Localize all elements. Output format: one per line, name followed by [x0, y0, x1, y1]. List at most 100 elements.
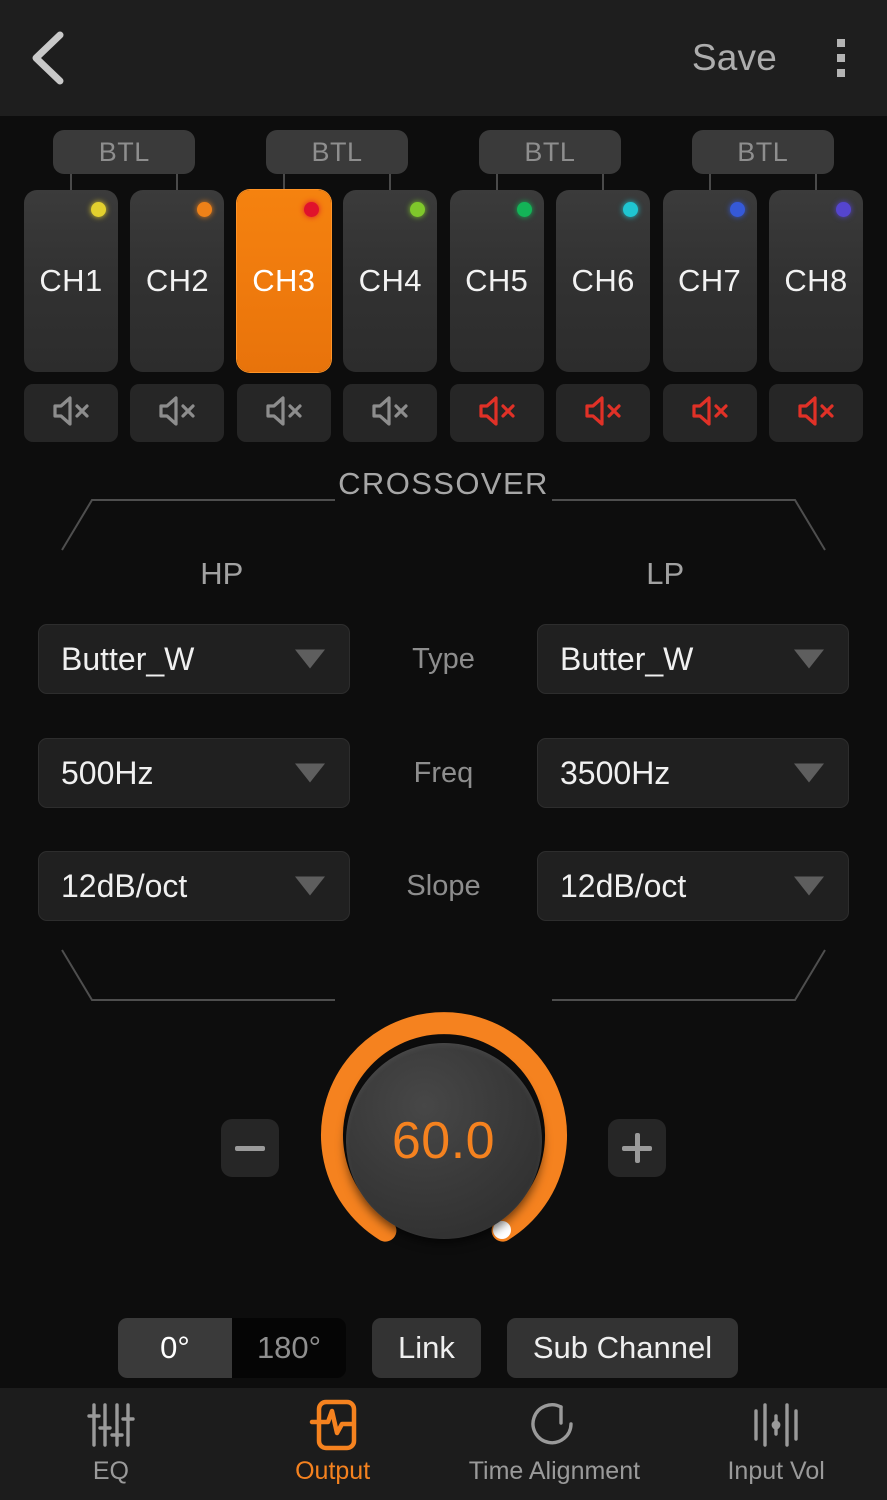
crossover-row-type: Butter_W Type Butter_W	[0, 624, 887, 694]
gain-knob-area: 60.0	[0, 1011, 887, 1301]
phase-option-0[interactable]: 0°	[118, 1318, 232, 1378]
speaker-mute-icon	[51, 394, 91, 433]
channel-led-icon	[516, 202, 532, 217]
chevron-down-icon	[295, 763, 325, 783]
hp-slope-value: 12dB/oct	[61, 867, 188, 904]
gauge-icon	[530, 1402, 578, 1448]
gain-value: 60.0	[391, 1112, 496, 1170]
output-controls-row: 0° 180° Link Sub Channel	[0, 1318, 887, 1378]
app-header: Save	[0, 0, 887, 116]
channel-label: CH4	[358, 263, 422, 298]
mute-button-ch5[interactable]	[449, 384, 544, 442]
channel-card-ch8[interactable]: CH8	[769, 190, 863, 372]
crossover-row-slope: 12dB/oct Slope 12dB/oct	[0, 851, 887, 921]
hp-type-value: Butter_W	[61, 640, 195, 677]
lp-freq-value: 3500Hz	[560, 754, 671, 791]
speaker-mute-icon	[370, 394, 410, 433]
bottom-tab-bar: EQ Output Time Alignment Input Vol	[0, 1388, 887, 1500]
levels-icon	[750, 1402, 802, 1448]
back-button[interactable]	[0, 0, 96, 116]
channel-label: CH7	[677, 263, 742, 298]
channel-led-icon	[836, 202, 851, 217]
gain-increment-button[interactable]	[608, 1119, 666, 1177]
channel-led-icon	[410, 202, 426, 217]
chevron-down-icon	[295, 649, 325, 669]
chevron-down-icon	[794, 876, 824, 896]
btl-pill-2[interactable]: BTL	[266, 130, 409, 174]
channel-led-icon	[623, 202, 639, 217]
channel-label: CH8	[784, 263, 848, 298]
lp-type-value: Butter_W	[560, 640, 694, 677]
channel-label: CH5	[465, 263, 529, 298]
channel-led-icon	[197, 202, 213, 217]
sub-channel-button[interactable]: Sub Channel	[506, 1318, 739, 1378]
channel-label: CH3	[252, 263, 316, 298]
channel-card-ch6[interactable]: CH6	[556, 190, 651, 372]
btl-pill-1[interactable]: BTL	[53, 130, 196, 174]
channel-led-icon	[729, 202, 745, 217]
mute-button-ch7[interactable]	[662, 384, 757, 442]
lp-header: LP	[646, 556, 685, 591]
plus-icon-vertical	[634, 1133, 640, 1163]
speaker-mute-icon	[264, 394, 304, 433]
tab-label-eq: EQ	[92, 1457, 129, 1485]
mute-button-ch6[interactable]	[556, 384, 651, 442]
channel-card-ch4[interactable]: CH4	[343, 190, 438, 372]
gain-knob[interactable]: 60.0	[314, 1011, 574, 1271]
lp-type-select[interactable]: Butter_W	[537, 624, 849, 694]
speaker-mute-icon	[690, 394, 730, 433]
channel-card-ch5[interactable]: CH5	[449, 190, 544, 372]
phase-option-180[interactable]: 180°	[232, 1318, 346, 1378]
kebab-dot	[837, 69, 845, 77]
lp-slope-select[interactable]: 12dB/oct	[537, 851, 849, 921]
save-button[interactable]: Save	[674, 37, 795, 79]
chevron-down-icon	[794, 649, 824, 669]
channel-led-icon	[303, 202, 319, 217]
phase-toggle[interactable]: 0° 180°	[118, 1318, 346, 1378]
lp-slope-value: 12dB/oct	[560, 867, 687, 904]
crossover-title: CROSSOVER	[338, 466, 549, 501]
kebab-dot	[837, 39, 845, 47]
speaker-mute-icon	[796, 394, 836, 433]
link-button[interactable]: Link	[372, 1318, 481, 1378]
chevron-down-icon	[295, 876, 325, 896]
mute-button-ch3[interactable]	[236, 384, 331, 442]
tab-label-time-alignment: Time Alignment	[468, 1457, 641, 1485]
hp-lp-header-row: HP LP	[0, 556, 887, 592]
mute-button-ch8[interactable]	[769, 384, 863, 442]
tab-label-output: Output	[295, 1457, 371, 1485]
kebab-dot	[837, 54, 845, 62]
btl-pill-3[interactable]: BTL	[478, 130, 621, 174]
hp-slope-select[interactable]: 12dB/oct	[38, 851, 350, 921]
gain-decrement-button[interactable]	[221, 1119, 279, 1177]
channel-card-ch3[interactable]: CH3	[236, 190, 331, 372]
output-wave-icon	[309, 1399, 357, 1451]
chevron-left-icon	[26, 29, 70, 87]
kebab-menu-icon[interactable]	[795, 0, 887, 116]
tab-input-vol[interactable]: Input Vol	[665, 1388, 887, 1500]
channel-label: CH6	[571, 263, 635, 298]
channel-card-ch2[interactable]: CH2	[130, 190, 225, 372]
mute-button-ch1[interactable]	[24, 384, 118, 442]
lp-freq-select[interactable]: 3500Hz	[537, 738, 849, 808]
speaker-mute-icon	[583, 394, 623, 433]
hp-type-select[interactable]: Butter_W	[38, 624, 350, 694]
speaker-mute-icon	[157, 394, 197, 433]
tab-eq[interactable]: EQ	[0, 1388, 222, 1500]
main-content: BTL BTL BTL BTL CH1 CH2 CH3 CH4 CH5 CH6 CH7 CH8 CR…	[0, 116, 887, 1388]
mute-button-ch2[interactable]	[130, 384, 225, 442]
channel-card-ch7[interactable]: CH7	[662, 190, 757, 372]
hp-header: HP	[200, 556, 244, 591]
hp-freq-select[interactable]: 500Hz	[38, 738, 350, 808]
mute-row	[0, 384, 887, 442]
btl-row: BTL BTL BTL BTL	[0, 130, 887, 194]
tab-label-input-vol: Input Vol	[727, 1457, 825, 1485]
btl-pill-4[interactable]: BTL	[691, 130, 834, 174]
channel-row: CH1 CH2 CH3 CH4 CH5 CH6 CH7 CH8	[0, 190, 887, 380]
minus-icon	[235, 1145, 265, 1151]
hp-freq-value: 500Hz	[61, 754, 154, 791]
channel-card-ch1[interactable]: CH1	[24, 190, 118, 372]
mute-button-ch4[interactable]	[343, 384, 438, 442]
tab-time-alignment[interactable]: Time Alignment	[444, 1388, 666, 1500]
tab-output[interactable]: Output	[222, 1388, 444, 1500]
